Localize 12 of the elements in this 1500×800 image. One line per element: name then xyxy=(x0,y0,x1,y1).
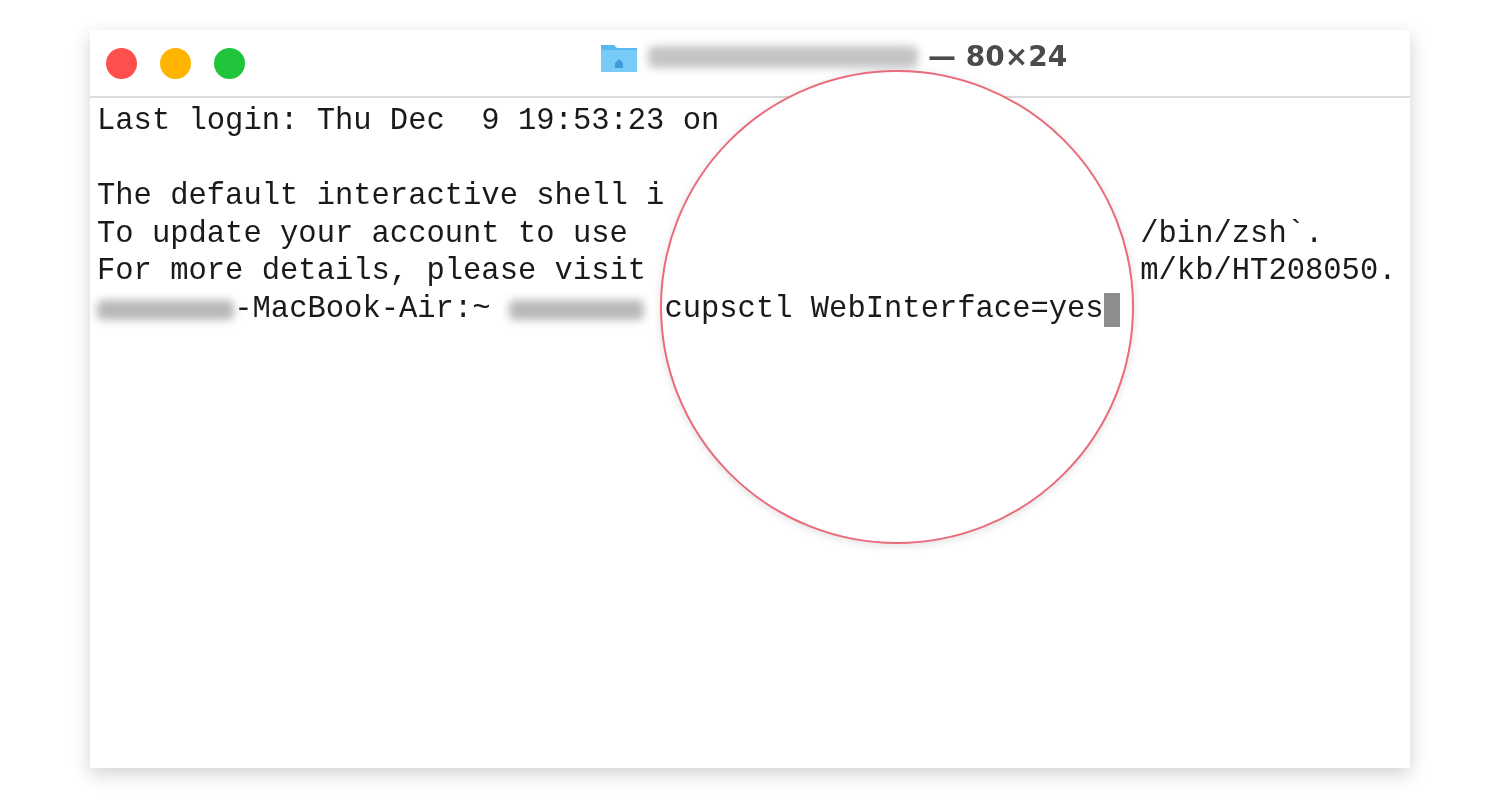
terminal-text: To update your account to use xyxy=(97,215,629,253)
prompt-text: -MacBook-Air:~ xyxy=(234,290,491,328)
close-button[interactable] xyxy=(106,47,137,79)
terminal-text: m/kb/HT208050. xyxy=(1140,253,1398,291)
terminal-text: The default interactive shell i xyxy=(97,178,666,216)
command-text: cupsctl WebInterface=yes xyxy=(664,290,1104,328)
window-title: — 80×24 xyxy=(928,40,1068,73)
minimize-button[interactable] xyxy=(160,47,191,79)
terminal-text: Last login: Thu Dec 9 19:53:23 on xyxy=(97,103,721,140)
zoom-button[interactable] xyxy=(214,47,245,79)
terminal-text: For more details, please visit xyxy=(97,253,648,291)
terminal-text: /bin/zsh`. xyxy=(1140,215,1325,253)
